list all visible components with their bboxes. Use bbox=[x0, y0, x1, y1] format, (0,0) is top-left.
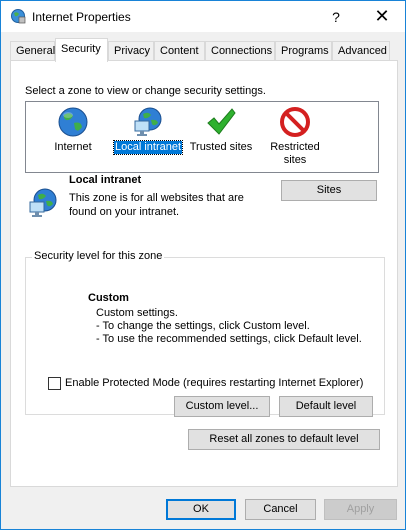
zone-internet[interactable]: Internet bbox=[36, 106, 110, 154]
default-level-button[interactable]: Default level bbox=[279, 396, 373, 417]
internet-properties-icon bbox=[10, 8, 26, 24]
selected-zone-icon bbox=[27, 187, 59, 222]
apply-button[interactable]: Apply bbox=[324, 499, 397, 520]
prohibited-icon bbox=[280, 107, 310, 137]
protected-mode-checkbox[interactable] bbox=[48, 377, 61, 390]
help-icon: ? bbox=[332, 8, 340, 25]
zone-name: Local intranet bbox=[69, 174, 142, 186]
default-level-hint: - To use the recommended settings, click… bbox=[96, 333, 362, 345]
tab-security[interactable]: Security bbox=[55, 38, 108, 62]
zone-label-local-intranet: Local intranet bbox=[112, 140, 184, 155]
zone-label-internet: Internet bbox=[54, 141, 92, 153]
tab-programs[interactable]: Programs bbox=[275, 41, 332, 61]
window-title: Internet Properties bbox=[32, 10, 131, 24]
zone-description-line1: This zone is for all websites that are bbox=[69, 192, 244, 204]
zone-label-restricted-sites: Restricted sites bbox=[270, 141, 320, 166]
network-globe-icon bbox=[134, 107, 162, 136]
help-button[interactable]: ? bbox=[313, 1, 359, 32]
security-level-group: Security level for this zone Custom Cust… bbox=[25, 250, 385, 417]
tab-content[interactable]: Content bbox=[154, 41, 205, 61]
cancel-button[interactable]: Cancel bbox=[245, 499, 316, 520]
custom-level-hint: - To change the settings, click Custom l… bbox=[96, 320, 310, 332]
custom-level-button[interactable]: Custom level... bbox=[174, 396, 270, 417]
group-title: Security level for this zone bbox=[32, 250, 165, 262]
zone-trusted-sites[interactable]: Trusted sites bbox=[184, 106, 258, 154]
sites-button[interactable]: Sites bbox=[281, 180, 377, 201]
globe-icon bbox=[58, 107, 88, 137]
security-level-name: Custom bbox=[88, 292, 129, 304]
title-bar: Internet Properties ? ✕ bbox=[1, 1, 405, 32]
protected-mode-label[interactable]: Enable Protected Mode (requires restarti… bbox=[65, 377, 363, 389]
custom-settings-text: Custom settings. bbox=[96, 307, 178, 319]
zone-label-trusted-sites: Trusted sites bbox=[189, 141, 253, 153]
zone-restricted-sites[interactable]: Restricted sites bbox=[262, 106, 328, 167]
security-tab-panel: Select a zone to view or change security… bbox=[10, 60, 398, 487]
tab-connections[interactable]: Connections bbox=[205, 41, 275, 61]
close-button[interactable]: ✕ bbox=[359, 1, 405, 32]
zone-prompt: Select a zone to view or change security… bbox=[25, 85, 266, 97]
tab-privacy[interactable]: Privacy bbox=[108, 41, 154, 61]
reset-all-zones-button[interactable]: Reset all zones to default level bbox=[188, 429, 380, 450]
zone-list[interactable]: Internet Local intranet Trusted sites Re… bbox=[25, 101, 379, 173]
zone-description-line2: found on your intranet. bbox=[69, 206, 180, 218]
tab-advanced[interactable]: Advanced bbox=[332, 41, 390, 61]
ok-button[interactable]: OK bbox=[166, 499, 236, 520]
tab-strip: General Security Privacy Content Connect… bbox=[10, 38, 400, 62]
zone-local-intranet[interactable]: Local intranet bbox=[110, 106, 186, 155]
close-icon: ✕ bbox=[374, 6, 390, 26]
internet-properties-dialog: Internet Properties ? ✕ General Security… bbox=[0, 0, 406, 530]
check-icon bbox=[207, 108, 236, 135]
tab-general[interactable]: General bbox=[10, 41, 55, 61]
